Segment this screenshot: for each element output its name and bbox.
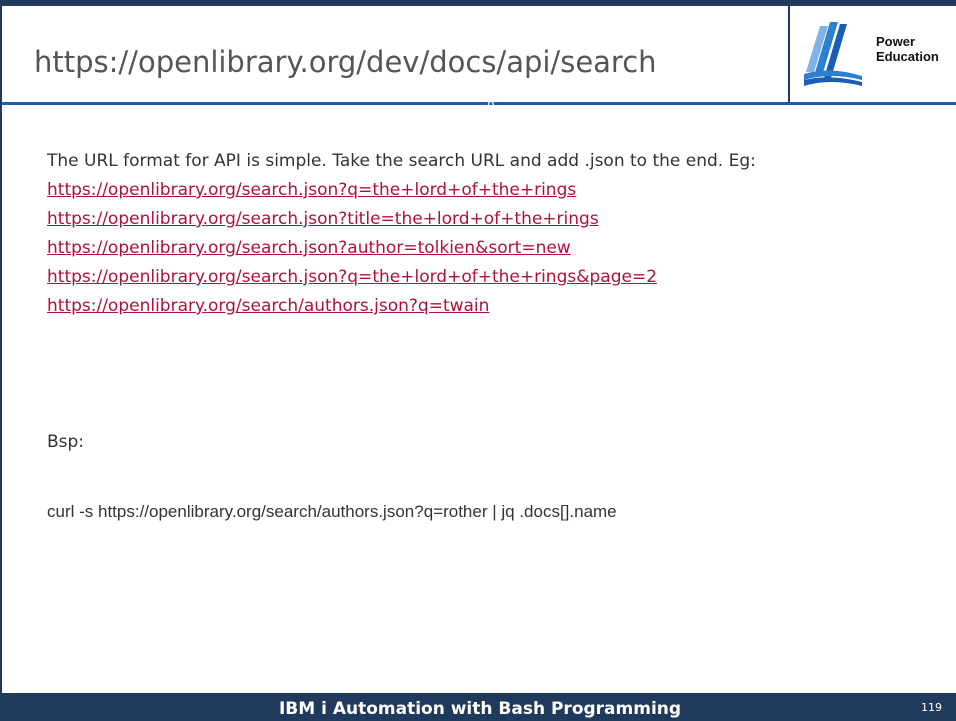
logo-line-power: Power (876, 34, 916, 49)
slide-content: The URL format for API is simple. Take t… (47, 150, 952, 324)
link-search-q[interactable]: https://openlibrary.org/search.json?q=th… (47, 180, 576, 200)
logo-line-education: Education (876, 49, 939, 64)
power-education-logo-icon (804, 22, 862, 86)
link-search-title[interactable]: https://openlibrary.org/search.json?titl… (47, 209, 599, 229)
curl-command: curl -s https://openlibrary.org/search/a… (47, 502, 617, 521)
link-search-page[interactable]: https://openlibrary.org/search.json?q=th… (47, 267, 657, 287)
intro-text: The URL format for API is simple. Take t… (47, 151, 756, 171)
list-item: https://openlibrary.org/search.json?q=th… (47, 266, 952, 288)
footer-title: IBM i Automation with Bash Programming (278, 699, 682, 719)
logo-text: Power Education (876, 34, 939, 64)
logo: Power Education (788, 6, 956, 102)
footer-bar: IBM i Automation with Bash Programming 1… (2, 693, 956, 721)
link-list: https://openlibrary.org/search.json?q=th… (47, 179, 952, 317)
list-item: https://openlibrary.org/search.json?titl… (47, 208, 952, 230)
slide: https://openlibrary.org/dev/docs/api/sea… (0, 0, 956, 721)
link-search-author[interactable]: https://openlibrary.org/search.json?auth… (47, 238, 571, 258)
list-item: https://openlibrary.org/search.json?auth… (47, 237, 952, 259)
link-search-authors[interactable]: https://openlibrary.org/search/authors.j… (47, 296, 489, 316)
list-item: https://openlibrary.org/search.json?q=th… (47, 179, 952, 201)
title-overflow-text: 0 (487, 99, 495, 113)
slide-title: https://openlibrary.org/dev/docs/api/sea… (34, 45, 657, 79)
example-label: Bsp: (47, 432, 85, 452)
list-item: https://openlibrary.org/search/authors.j… (47, 295, 952, 317)
page-number: 119 (921, 701, 942, 714)
